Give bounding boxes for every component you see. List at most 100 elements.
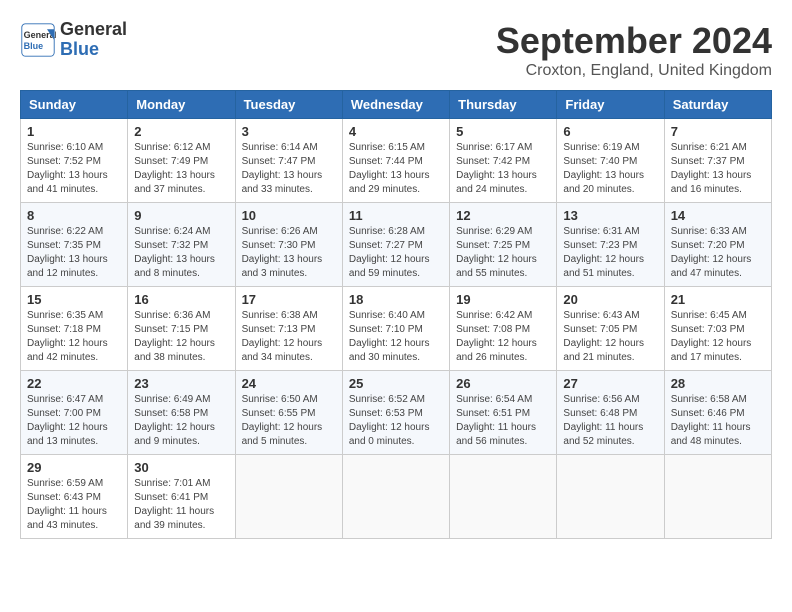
day-number: 14 [671,208,765,223]
day-number: 9 [134,208,228,223]
day-info: Sunrise: 6:12 AM Sunset: 7:49 PM Dayligh… [134,141,228,197]
header: General Blue General Blue September 2024… [20,20,772,80]
day-number: 2 [134,124,228,139]
day-info: Sunrise: 6:36 AM Sunset: 7:15 PM Dayligh… [134,309,228,365]
day-number: 30 [134,460,228,475]
day-info: Sunrise: 6:52 AM Sunset: 6:53 PM Dayligh… [349,393,443,449]
calendar-cell: 19 Sunrise: 6:42 AM Sunset: 7:08 PM Dayli… [450,287,557,371]
week-row-5: 29 Sunrise: 6:59 AM Sunset: 6:43 PM Dayli… [21,455,772,539]
day-number: 21 [671,292,765,307]
day-number: 6 [563,124,657,139]
calendar-cell: 18Sunrise: 6:40 AM Sunset: 7:10 PM Dayli… [342,287,449,371]
calendar-cell: 9 Sunrise: 6:24 AM Sunset: 7:32 PM Daylig… [128,203,235,287]
calendar-cell: 28 Sunrise: 6:58 AM Sunset: 6:46 PM Dayli… [664,371,771,455]
calendar-cell: 7 Sunrise: 6:21 AM Sunset: 7:37 PM Daylig… [664,119,771,203]
day-info: Sunrise: 6:26 AM Sunset: 7:30 PM Dayligh… [242,225,336,281]
title-area: September 2024 Croxton, England, United … [496,20,772,80]
day-info: Sunrise: 6:22 AM Sunset: 7:35 PM Dayligh… [27,225,121,281]
day-info: Sunrise: 6:31 AM Sunset: 7:23 PM Dayligh… [563,225,657,281]
day-number: 20 [563,292,657,307]
day-info: Sunrise: 6:10 AM Sunset: 7:52 PM Dayligh… [27,141,121,197]
day-info: Sunrise: 6:50 AM Sunset: 6:55 PM Dayligh… [242,393,336,449]
svg-text:Blue: Blue [24,41,44,51]
day-info: Sunrise: 6:29 AM Sunset: 7:25 PM Dayligh… [456,225,550,281]
day-number: 22 [27,376,121,391]
calendar-cell: 5 Sunrise: 6:17 AM Sunset: 7:42 PM Daylig… [450,119,557,203]
day-number: 15 [27,292,121,307]
week-row-4: 22 Sunrise: 6:47 AM Sunset: 7:00 PM Dayli… [21,371,772,455]
day-info: Sunrise: 6:21 AM Sunset: 7:37 PM Dayligh… [671,141,765,197]
day-number: 28 [671,376,765,391]
calendar-cell: 8 Sunrise: 6:22 AM Sunset: 7:35 PM Daylig… [21,203,128,287]
logo-line1: General [60,20,127,40]
day-number: 7 [671,124,765,139]
weekday-header-row: SundayMondayTuesdayWednesdayThursdayFrid… [21,91,772,119]
calendar-cell: 26Sunrise: 6:54 AM Sunset: 6:51 PM Dayli… [450,371,557,455]
calendar-cell: 16 Sunrise: 6:36 AM Sunset: 7:15 PM Dayli… [128,287,235,371]
day-number: 12 [456,208,550,223]
calendar-cell: 25Sunrise: 6:52 AM Sunset: 6:53 PM Dayli… [342,371,449,455]
calendar-cell: 20 Sunrise: 6:43 AM Sunset: 7:05 PM Dayli… [557,287,664,371]
calendar-cell: 12 Sunrise: 6:29 AM Sunset: 7:25 PM Dayli… [450,203,557,287]
calendar-cell [342,455,449,539]
week-row-1: 1Sunrise: 6:10 AM Sunset: 7:52 PM Daylig… [21,119,772,203]
day-info: Sunrise: 6:47 AM Sunset: 7:00 PM Dayligh… [27,393,121,449]
day-number: 11 [349,208,443,223]
day-info: Sunrise: 6:38 AM Sunset: 7:13 PM Dayligh… [242,309,336,365]
day-number: 16 [134,292,228,307]
weekday-header-thursday: Thursday [450,91,557,119]
calendar-cell: 27 Sunrise: 6:56 AM Sunset: 6:48 PM Dayli… [557,371,664,455]
day-info: Sunrise: 6:49 AM Sunset: 6:58 PM Dayligh… [134,393,228,449]
day-number: 10 [242,208,336,223]
logo-icon: General Blue [20,22,56,58]
day-info: Sunrise: 6:54 AM Sunset: 6:51 PM Dayligh… [456,393,550,449]
day-number: 24 [242,376,336,391]
day-info: Sunrise: 6:58 AM Sunset: 6:46 PM Dayligh… [671,393,765,449]
day-info: Sunrise: 6:14 AM Sunset: 7:47 PM Dayligh… [242,141,336,197]
day-number: 29 [27,460,121,475]
day-info: Sunrise: 6:33 AM Sunset: 7:20 PM Dayligh… [671,225,765,281]
day-info: Sunrise: 6:56 AM Sunset: 6:48 PM Dayligh… [563,393,657,449]
day-number: 8 [27,208,121,223]
day-number: 5 [456,124,550,139]
calendar-cell: 15 Sunrise: 6:35 AM Sunset: 7:18 PM Dayli… [21,287,128,371]
calendar-cell: 14 Sunrise: 6:33 AM Sunset: 7:20 PM Dayli… [664,203,771,287]
calendar-cell: 30 Sunrise: 7:01 AM Sunset: 6:41 PM Dayli… [128,455,235,539]
weekday-header-friday: Friday [557,91,664,119]
calendar-cell: 6 Sunrise: 6:19 AM Sunset: 7:40 PM Daylig… [557,119,664,203]
day-info: Sunrise: 6:35 AM Sunset: 7:18 PM Dayligh… [27,309,121,365]
calendar-cell: 23 Sunrise: 6:49 AM Sunset: 6:58 PM Dayli… [128,371,235,455]
day-number: 17 [242,292,336,307]
day-info: Sunrise: 6:24 AM Sunset: 7:32 PM Dayligh… [134,225,228,281]
logo: General Blue General Blue [20,20,127,60]
weekday-header-sunday: Sunday [21,91,128,119]
calendar-cell: 29 Sunrise: 6:59 AM Sunset: 6:43 PM Dayli… [21,455,128,539]
month-title: September 2024 [496,20,772,62]
calendar-cell: 4 Sunrise: 6:15 AM Sunset: 7:44 PM Daylig… [342,119,449,203]
calendar-cell: 2 Sunrise: 6:12 AM Sunset: 7:49 PM Daylig… [128,119,235,203]
day-number: 23 [134,376,228,391]
logo-line2: Blue [60,40,127,60]
day-info: Sunrise: 6:17 AM Sunset: 7:42 PM Dayligh… [456,141,550,197]
calendar: SundayMondayTuesdayWednesdayThursdayFrid… [20,90,772,539]
calendar-cell: 1Sunrise: 6:10 AM Sunset: 7:52 PM Daylig… [21,119,128,203]
day-number: 27 [563,376,657,391]
day-info: Sunrise: 6:40 AM Sunset: 7:10 PM Dayligh… [349,309,443,365]
day-number: 4 [349,124,443,139]
day-info: Sunrise: 6:15 AM Sunset: 7:44 PM Dayligh… [349,141,443,197]
day-info: Sunrise: 6:19 AM Sunset: 7:40 PM Dayligh… [563,141,657,197]
weekday-header-tuesday: Tuesday [235,91,342,119]
calendar-cell: 10 Sunrise: 6:26 AM Sunset: 7:30 PM Dayli… [235,203,342,287]
day-info: Sunrise: 6:43 AM Sunset: 7:05 PM Dayligh… [563,309,657,365]
day-number: 19 [456,292,550,307]
location: Croxton, England, United Kingdom [496,62,772,80]
day-number: 13 [563,208,657,223]
calendar-cell: 3Sunrise: 6:14 AM Sunset: 7:47 PM Daylig… [235,119,342,203]
calendar-cell: 17 Sunrise: 6:38 AM Sunset: 7:13 PM Dayli… [235,287,342,371]
calendar-cell: 21Sunrise: 6:45 AM Sunset: 7:03 PM Dayli… [664,287,771,371]
day-info: Sunrise: 7:01 AM Sunset: 6:41 PM Dayligh… [134,477,228,533]
calendar-cell: 13 Sunrise: 6:31 AM Sunset: 7:23 PM Dayli… [557,203,664,287]
day-info: Sunrise: 6:42 AM Sunset: 7:08 PM Dayligh… [456,309,550,365]
day-info: Sunrise: 6:59 AM Sunset: 6:43 PM Dayligh… [27,477,121,533]
calendar-cell [235,455,342,539]
